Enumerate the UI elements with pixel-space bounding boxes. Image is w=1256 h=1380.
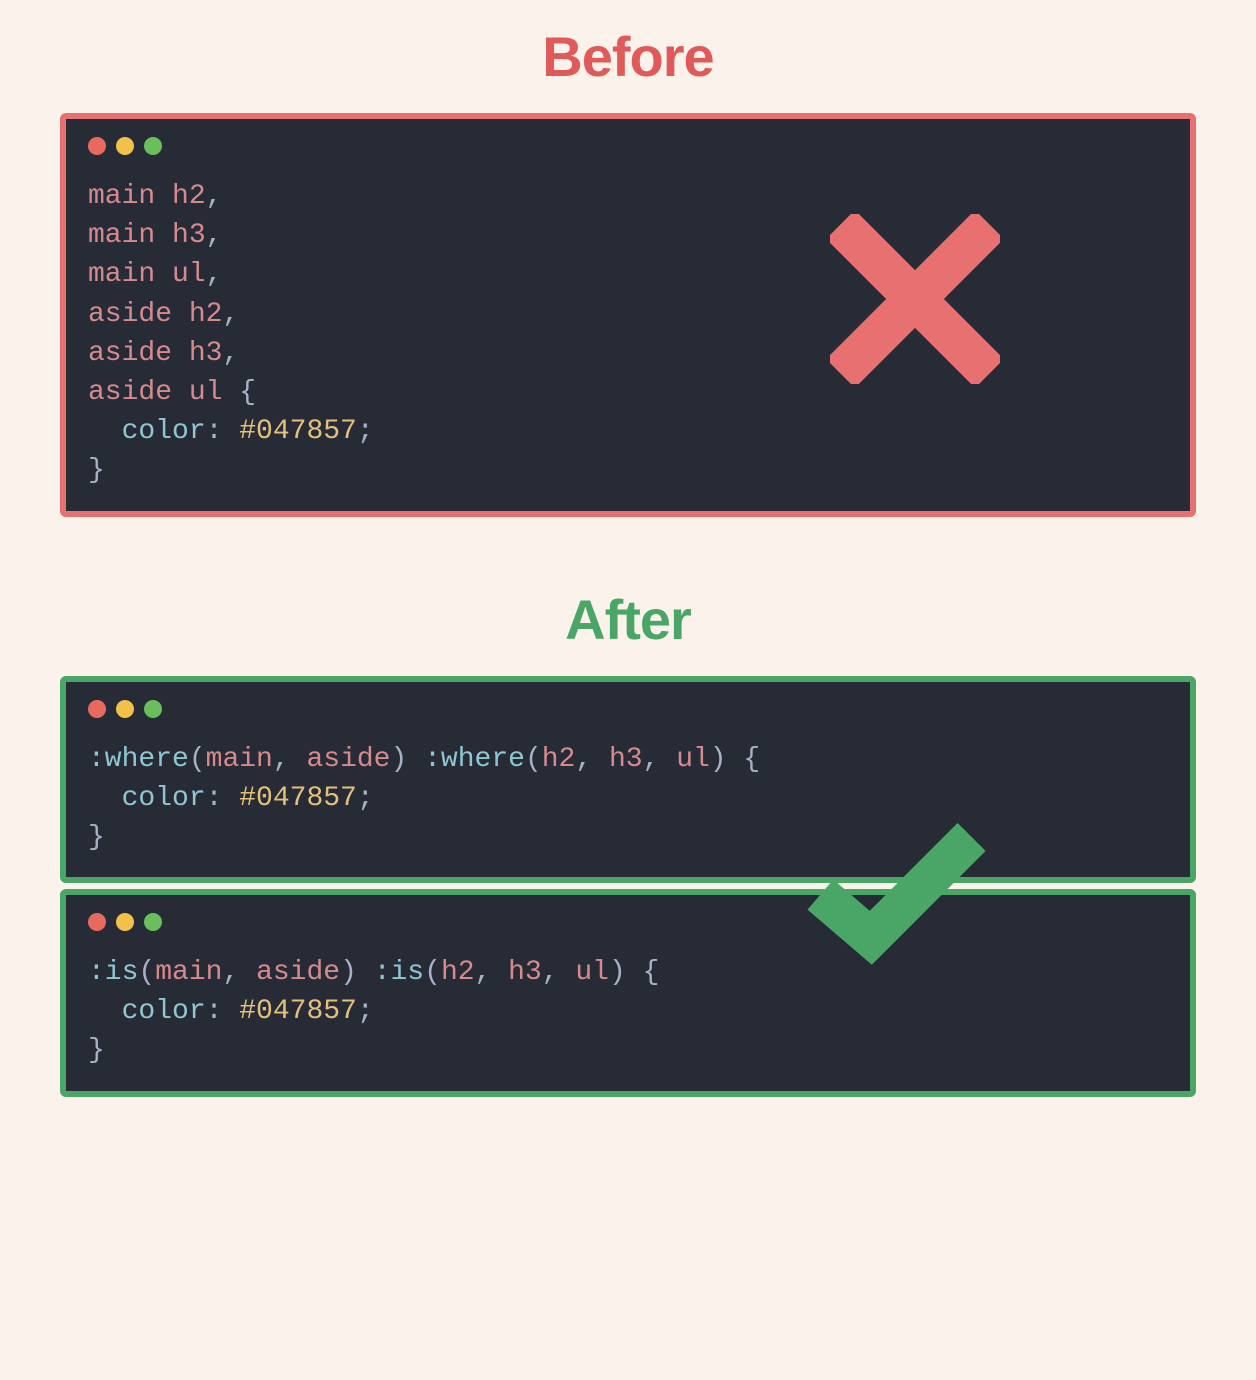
code-token: : [206,783,240,814]
after-code-is: :is(main, aside) :is(h2, h3, ul) { color… [88,953,1168,1071]
check-icon [806,816,986,966]
traffic-green-icon [144,700,162,718]
before-code-card: main h2, main h3, main ul, aside h2, asi… [60,113,1196,517]
code-token: , [643,744,677,775]
traffic-green-icon [144,137,162,155]
code-token: ul [575,957,609,988]
code-token: aside ul [88,377,222,408]
code-token: color [122,996,206,1027]
code-token: , [475,957,509,988]
code-token: ul [676,744,710,775]
traffic-red-icon [88,700,106,718]
code-token: h3 [609,744,643,775]
traffic-yellow-icon [116,137,134,155]
code-token: h2 [542,744,576,775]
window-traffic-lights [88,137,1168,155]
code-token: , [575,744,609,775]
window-traffic-lights [88,700,1168,718]
code-token: : [206,996,240,1027]
code-token: , [222,299,239,330]
before-title: Before [0,24,1256,89]
window-traffic-lights [88,913,1168,931]
code-token: ; [357,996,374,1027]
code-token: :where [88,744,189,775]
code-token: : [206,416,240,447]
after-code-card-is: :is(main, aside) :is(h2, h3, ul) { color… [60,889,1196,1097]
code-token [88,996,122,1027]
after-code-card-where: :where(main, aside) :where(h2, h3, ul) {… [60,676,1196,884]
code-token: , [206,220,223,251]
code-token [407,744,424,775]
code-token: { [222,377,256,408]
code-token: { [727,744,761,775]
after-section: :where(main, aside) :where(h2, h3, ul) {… [0,676,1256,1097]
code-token: h3 [508,957,542,988]
code-token: color [122,416,206,447]
code-token: ) [390,744,407,775]
code-token: ) [340,957,357,988]
traffic-yellow-icon [116,913,134,931]
code-token: ( [189,744,206,775]
cross-icon [830,214,1000,384]
code-token: ) [609,957,626,988]
code-token: #047857 [239,996,357,1027]
code-token: { [626,957,660,988]
code-token: , [206,181,223,212]
code-token [88,783,122,814]
code-token: color [122,783,206,814]
traffic-red-icon [88,137,106,155]
code-token: main [206,744,273,775]
traffic-green-icon [144,913,162,931]
after-title: After [0,587,1256,652]
code-token: #047857 [239,783,357,814]
code-token: ( [424,957,441,988]
code-token: aside h2 [88,299,222,330]
code-token: aside [256,957,340,988]
code-token: } [88,1035,105,1066]
code-token: main h3 [88,220,206,251]
code-token: } [88,822,105,853]
code-token: , [542,957,576,988]
code-token: , [222,338,239,369]
code-token: :where [424,744,525,775]
code-token: ; [357,416,374,447]
code-token [88,416,122,447]
code-token: ) [710,744,727,775]
code-token: main ul [88,259,206,290]
code-token: , [222,957,256,988]
code-token: ( [525,744,542,775]
code-token: main [155,957,222,988]
code-token: main h2 [88,181,206,212]
code-token [357,957,374,988]
code-token: aside [306,744,390,775]
code-token: :is [88,957,138,988]
code-token: } [88,455,105,486]
traffic-red-icon [88,913,106,931]
code-token: ( [138,957,155,988]
code-token: , [206,259,223,290]
traffic-yellow-icon [116,700,134,718]
code-token: h2 [441,957,475,988]
after-code-where: :where(main, aside) :where(h2, h3, ul) {… [88,740,1168,858]
code-token: #047857 [239,416,357,447]
code-token: , [273,744,307,775]
before-code: main h2, main h3, main ul, aside h2, asi… [88,177,1168,491]
code-token: ; [357,783,374,814]
code-token: :is [374,957,424,988]
code-token: aside h3 [88,338,222,369]
